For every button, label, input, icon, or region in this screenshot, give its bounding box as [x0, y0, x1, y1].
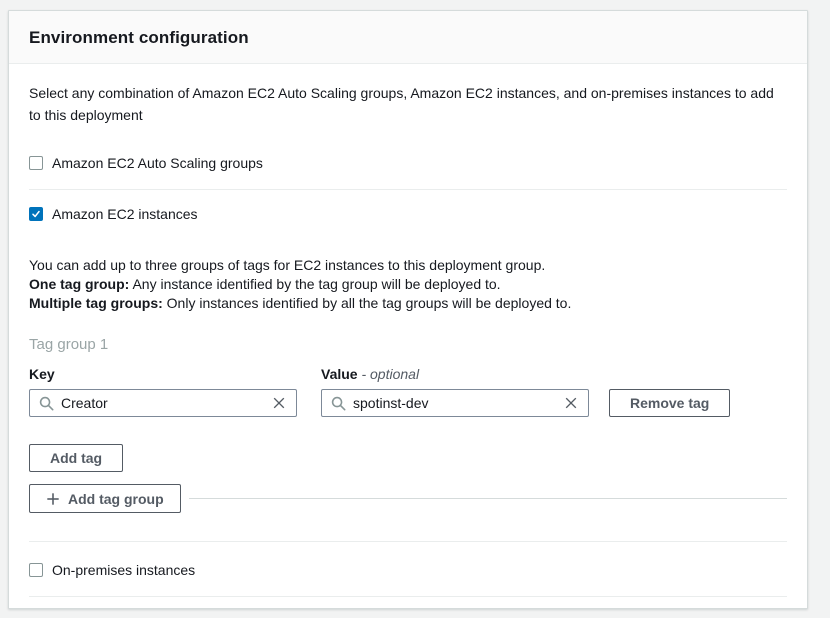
add-tag-group-button[interactable]: Add tag group: [29, 484, 181, 513]
section-divider: [29, 596, 787, 597]
optional-hint: - optional: [361, 366, 419, 382]
checkbox-row-ec2-instances[interactable]: Amazon EC2 instances: [29, 206, 787, 222]
auto-scaling-groups-label[interactable]: Amazon EC2 Auto Scaling groups: [52, 155, 263, 171]
remove-tag-button[interactable]: Remove tag: [609, 389, 730, 417]
panel-body: Select any combination of Amazon EC2 Aut…: [9, 82, 807, 617]
add-tag-row: Add tag: [29, 444, 787, 472]
add-tag-group-row: Add tag group: [29, 484, 787, 513]
key-input[interactable]: [61, 395, 271, 411]
ec2-instances-label[interactable]: Amazon EC2 instances: [52, 206, 198, 222]
panel-title: Environment configuration: [29, 28, 787, 48]
help-line-2: One tag group: Any instance identified b…: [29, 275, 787, 294]
add-tag-button[interactable]: Add tag: [29, 444, 123, 472]
value-input[interactable]: [353, 395, 563, 411]
on-premises-label[interactable]: On-premises instances: [52, 562, 195, 578]
field-labels-row: Key Value - optional: [29, 366, 787, 382]
clear-key-icon[interactable]: [271, 395, 287, 411]
value-label: Value - optional: [321, 366, 589, 382]
checkbox-row-auto-scaling-groups[interactable]: Amazon EC2 Auto Scaling groups: [29, 155, 787, 171]
key-label: Key: [29, 366, 297, 382]
value-input-container: [321, 389, 589, 417]
checkbox-row-on-premises[interactable]: On-premises instances: [29, 562, 787, 578]
help-line-1: You can add up to three groups of tags f…: [29, 256, 787, 275]
tag-group-title: Tag group 1: [29, 336, 787, 353]
environment-configuration-panel: Environment configuration Select any com…: [8, 10, 808, 609]
tag-groups-help-text: You can add up to three groups of tags f…: [29, 256, 787, 313]
section-divider: [29, 541, 787, 542]
help-line-3: Multiple tag groups: Only instances iden…: [29, 294, 787, 313]
auto-scaling-groups-checkbox[interactable]: [29, 156, 43, 170]
search-icon: [331, 396, 346, 411]
key-input-container: [29, 389, 297, 417]
tag-inputs-row: Remove tag: [29, 389, 787, 417]
tag-group-divider-line: [189, 498, 787, 499]
search-icon: [39, 396, 54, 411]
section-divider: [29, 189, 787, 190]
clear-value-icon[interactable]: [563, 395, 579, 411]
panel-header: Environment configuration: [9, 11, 807, 64]
panel-description: Select any combination of Amazon EC2 Aut…: [29, 82, 785, 126]
ec2-instances-checkbox[interactable]: [29, 207, 43, 221]
plus-icon: [46, 492, 60, 506]
checkmark-icon: [31, 209, 41, 219]
on-premises-checkbox[interactable]: [29, 563, 43, 577]
